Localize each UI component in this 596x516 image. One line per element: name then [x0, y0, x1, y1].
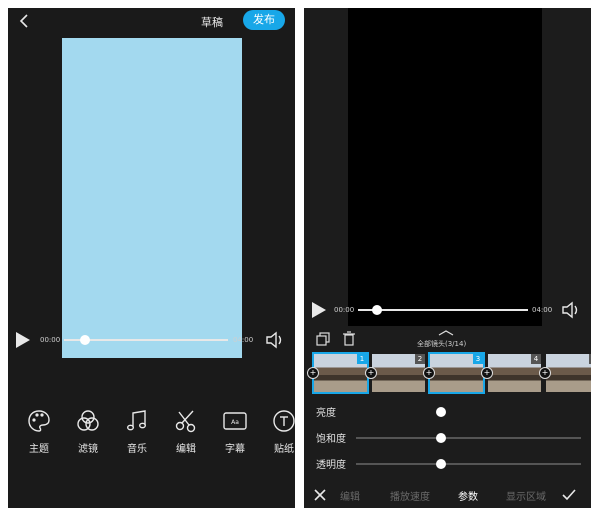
progress-knob[interactable]	[80, 335, 90, 345]
tool-filter[interactable]: 滤镜	[71, 408, 105, 455]
progress-track[interactable]	[358, 309, 528, 311]
clip-thumbnail[interactable]: 2	[372, 354, 425, 392]
clip-strip: 1 2 3 4 5 + + + + +	[304, 352, 591, 394]
publish-button[interactable]: 发布	[243, 10, 285, 30]
tab-display-area[interactable]: 显示区域	[506, 488, 546, 503]
brightness-slider[interactable]: 亮度	[304, 402, 591, 420]
copy-icon[interactable]	[316, 332, 330, 346]
slider-knob[interactable]	[436, 459, 446, 469]
tool-label: 字幕	[225, 444, 245, 455]
draft-label[interactable]: 草稿	[201, 14, 223, 30]
clip-thumbnail[interactable]: 4	[488, 354, 541, 392]
clip-number: 5	[589, 354, 591, 364]
sticker-icon	[273, 410, 295, 432]
play-icon[interactable]	[312, 302, 326, 318]
add-clip-icon[interactable]: +	[539, 367, 551, 379]
svg-text:Aa: Aa	[231, 419, 239, 426]
opacity-slider[interactable]: 透明度	[304, 454, 591, 472]
total-time: 04:00	[532, 306, 553, 314]
video-preview	[62, 38, 242, 358]
current-time: 00:00	[334, 306, 355, 314]
add-clip-icon[interactable]: +	[307, 367, 319, 379]
music-icon	[127, 410, 146, 431]
back-icon[interactable]	[18, 14, 30, 28]
param-label: 透明度	[316, 460, 346, 471]
progress-knob[interactable]	[372, 305, 382, 315]
param-label: 亮度	[316, 408, 336, 419]
tab-speed[interactable]: 播放速度	[390, 488, 430, 503]
tool-edit[interactable]: 编辑	[169, 408, 203, 455]
current-time: 00:00	[40, 336, 61, 344]
slider-track[interactable]	[356, 463, 581, 465]
clip-number: 4	[531, 354, 541, 364]
tool-label: 滤镜	[78, 444, 98, 455]
close-icon[interactable]	[314, 489, 326, 501]
slider-knob[interactable]	[436, 433, 446, 443]
clip-number: 1	[357, 354, 367, 364]
volume-icon[interactable]	[561, 301, 581, 319]
playback-bar: 00:00 04:00	[8, 328, 295, 352]
tool-music[interactable]: 音乐	[120, 408, 154, 455]
slider-track[interactable]	[356, 411, 581, 413]
params-screen: 00:00 04:00 全部镜头(3/14) 1 2 3 4 5 + + + +…	[304, 8, 591, 508]
video-preview	[348, 8, 542, 326]
tool-label: 贴纸	[274, 444, 294, 455]
tool-label: 主题	[29, 444, 49, 455]
tool-label: 编辑	[176, 444, 196, 455]
saturation-slider[interactable]: 饱和度	[304, 428, 591, 446]
palette-icon	[28, 410, 50, 432]
clip-thumbnail[interactable]: 3	[428, 352, 485, 394]
check-icon[interactable]	[562, 489, 576, 501]
play-icon[interactable]	[16, 332, 30, 348]
volume-icon[interactable]	[265, 331, 285, 349]
clip-number: 2	[415, 354, 425, 364]
subtitle-icon: Aa	[223, 412, 247, 430]
clip-thumbnail[interactable]: 5	[546, 354, 591, 392]
clip-count: 全部镜头(3/14)	[417, 340, 467, 348]
tool-sticker[interactable]: 贴纸	[267, 408, 295, 455]
add-clip-icon[interactable]: +	[423, 367, 435, 379]
add-clip-icon[interactable]: +	[481, 367, 493, 379]
tool-subtitle[interactable]: Aa 字幕	[218, 408, 252, 455]
chevron-up-icon[interactable]	[438, 330, 454, 336]
scissors-icon	[175, 410, 196, 433]
tool-theme[interactable]: 主题	[22, 408, 56, 455]
param-label: 饱和度	[316, 434, 346, 445]
clip-number: 3	[473, 354, 483, 364]
filter-icon	[77, 410, 99, 431]
tool-label: 音乐	[127, 444, 147, 455]
playback-bar: 00:00 04:00	[304, 298, 591, 322]
tab-params[interactable]: 参数	[458, 488, 478, 503]
slider-knob[interactable]	[436, 407, 446, 417]
tab-edit[interactable]: 编辑	[340, 488, 360, 503]
trash-icon[interactable]	[342, 331, 356, 346]
clip-thumbnail[interactable]: 1	[312, 352, 369, 394]
editor-screen: 草稿 发布 00:00 04:00 主题 滤镜 音乐 编辑 Aa 字幕 贴纸	[8, 8, 295, 508]
bottom-tab-bar: 编辑 播放速度 参数 显示区域	[304, 484, 591, 508]
total-time: 04:00	[233, 336, 254, 344]
add-clip-icon[interactable]: +	[365, 367, 377, 379]
slider-track[interactable]	[356, 437, 581, 439]
